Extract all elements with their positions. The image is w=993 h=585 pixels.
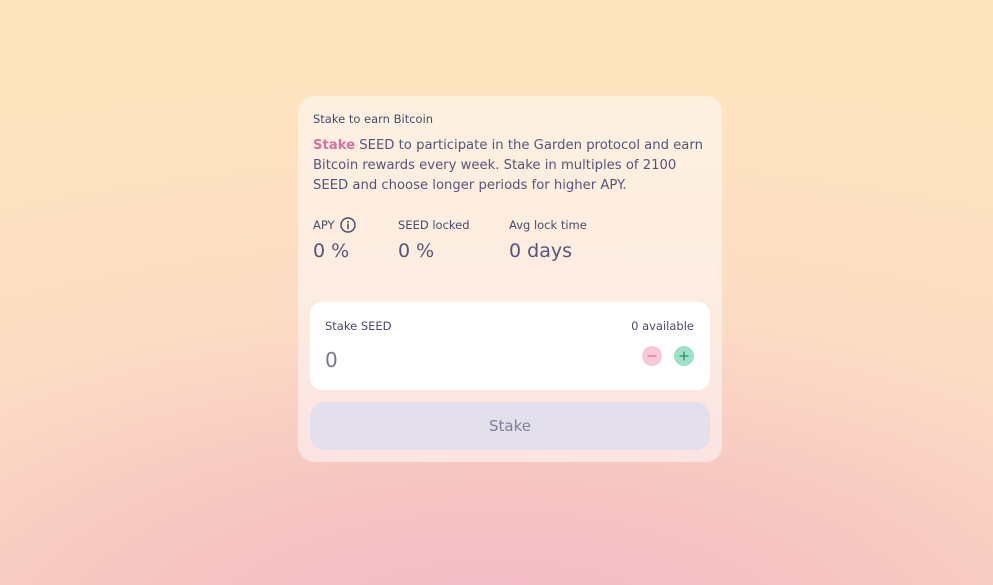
minus-icon — [647, 355, 657, 357]
description-highlight: Stake — [313, 138, 356, 153]
stat-avg-lock-time: Avg lock time 0 days — [509, 216, 587, 262]
description-text: SEED to participate in the Garden protoc… — [313, 138, 703, 193]
plus-icon — [679, 351, 689, 361]
stat-avg-lock-time-value: 0 days — [509, 240, 572, 262]
stat-seed-locked-label: SEED locked — [398, 218, 470, 232]
stat-apy: APY 0 % — [313, 216, 356, 262]
card-title: Stake to earn Bitcoin — [313, 112, 434, 126]
card-description: Stake SEED to participate in the Garden … — [313, 136, 709, 196]
stake-button[interactable]: Stake — [310, 402, 710, 450]
stat-apy-value: 0 % — [313, 240, 350, 262]
stat-seed-locked-label-row: SEED locked — [398, 216, 470, 234]
available-balance: 0 available — [631, 319, 694, 333]
stake-input-box: Stake SEED 0 available 0 — [310, 302, 710, 390]
stat-avg-lock-time-label: Avg lock time — [509, 218, 587, 232]
stat-apy-label: APY — [313, 218, 335, 232]
stat-apy-label-row: APY — [313, 216, 356, 234]
stake-input-label: Stake SEED — [325, 319, 392, 333]
stake-card: Stake to earn Bitcoin Stake SEED to part… — [298, 96, 722, 462]
stat-seed-locked-value: 0 % — [398, 240, 435, 262]
info-icon[interactable] — [339, 217, 356, 233]
decrement-button[interactable] — [642, 346, 662, 366]
increment-button[interactable] — [674, 346, 694, 366]
stat-seed-locked: SEED locked 0 % — [398, 216, 470, 262]
stat-avg-lock-time-label-row: Avg lock time — [509, 216, 587, 234]
stake-amount-input[interactable]: 0 — [325, 348, 338, 372]
